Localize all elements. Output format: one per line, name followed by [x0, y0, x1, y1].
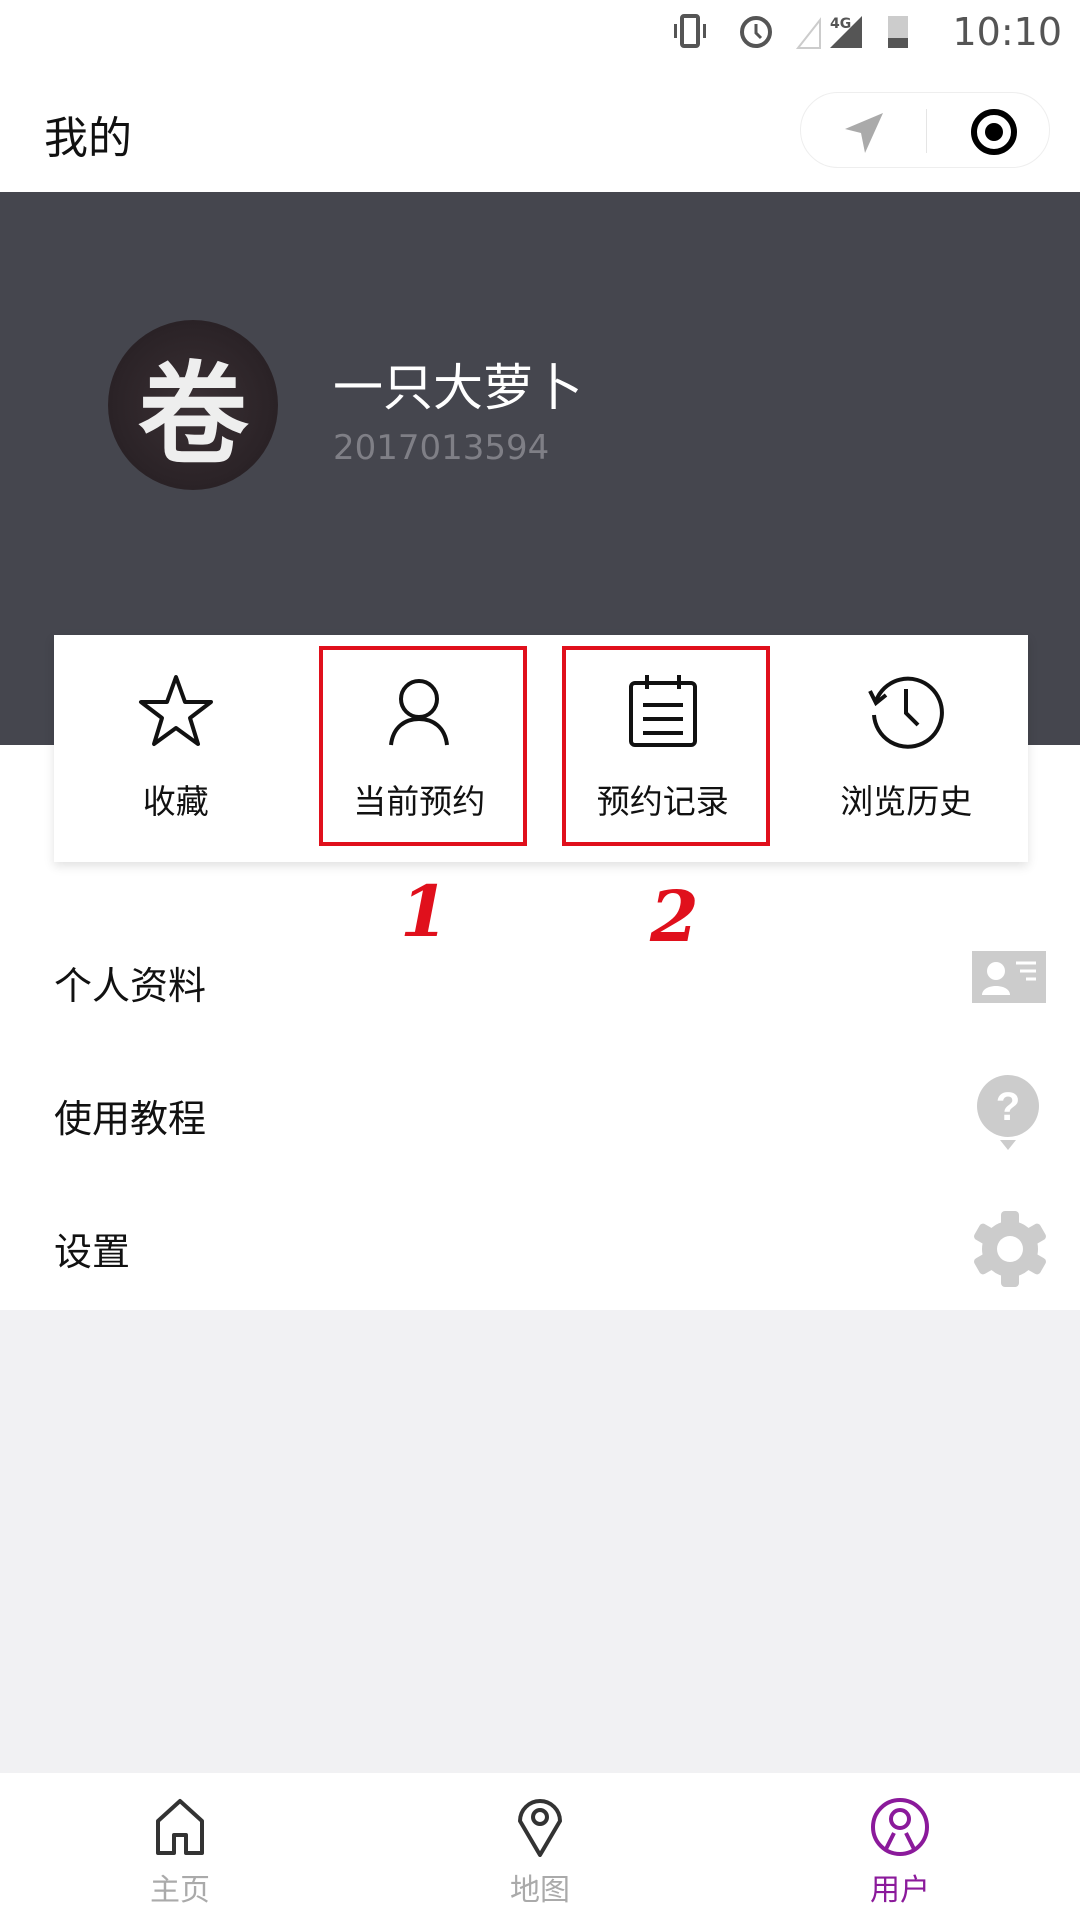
header: 我的 — [0, 64, 1080, 192]
star-icon — [138, 675, 213, 746]
home-icon — [156, 1799, 204, 1855]
mini-program-capsule — [800, 92, 1050, 168]
menu-item-label: 设置 — [54, 1230, 131, 1274]
svg-text:4G: 4G — [830, 16, 851, 32]
user-id: 2017013594 — [333, 428, 550, 468]
status-icons: 4G — [674, 14, 908, 49]
tab-label: 主页 — [150, 1873, 210, 1908]
tab-home[interactable]: 主页 — [0, 1773, 360, 1920]
quick-action-browse-history[interactable]: 浏览历史 — [785, 635, 1029, 862]
svg-text:?: ? — [996, 1085, 1020, 1129]
user-name: 一只大萝卜 — [333, 359, 583, 417]
quick-action-label: 浏览历史 — [840, 782, 973, 821]
page-title: 我的 — [44, 113, 132, 164]
tab-map[interactable]: 地图 — [360, 1773, 720, 1920]
menu-item-label: 使用教程 — [54, 1097, 207, 1141]
highlight-box-1 — [319, 646, 527, 846]
clock: 10:10 — [952, 10, 1062, 54]
id-card-icon — [972, 951, 1046, 1003]
status-bar: 4G 10:10 — [0, 0, 1080, 64]
quick-actions-card: 收藏 当前预约 预约记录 浏览历史 — [54, 635, 1028, 862]
menu-item-profile[interactable]: 个人资料 — [0, 913, 1080, 1046]
location-arrow-icon[interactable] — [841, 111, 885, 155]
capsule-divider — [926, 109, 927, 153]
user-circle-icon — [871, 1798, 929, 1856]
help-icon: ? — [977, 1075, 1039, 1150]
tab-label: 用户 — [870, 1873, 930, 1908]
map-pin-icon — [518, 1799, 562, 1857]
highlight-box-2 — [562, 646, 770, 846]
menu-item-tutorial[interactable]: 使用教程 ? — [0, 1046, 1080, 1179]
menu-item-label: 个人资料 — [54, 964, 207, 1008]
tab-user[interactable]: 用户 — [720, 1773, 1080, 1920]
bottom-tab-bar: 主页 地图 用户 — [0, 1773, 1080, 1920]
close-target-icon[interactable] — [969, 107, 1019, 157]
history-clock-icon — [868, 676, 945, 749]
tab-label: 地图 — [510, 1873, 570, 1908]
quick-action-favorites[interactable]: 收藏 — [54, 635, 298, 862]
menu-item-settings[interactable]: 设置 — [0, 1179, 1080, 1312]
avatar[interactable]: 卷 — [108, 320, 278, 490]
gear-icon — [974, 1211, 1046, 1287]
quick-action-label: 收藏 — [142, 782, 209, 821]
